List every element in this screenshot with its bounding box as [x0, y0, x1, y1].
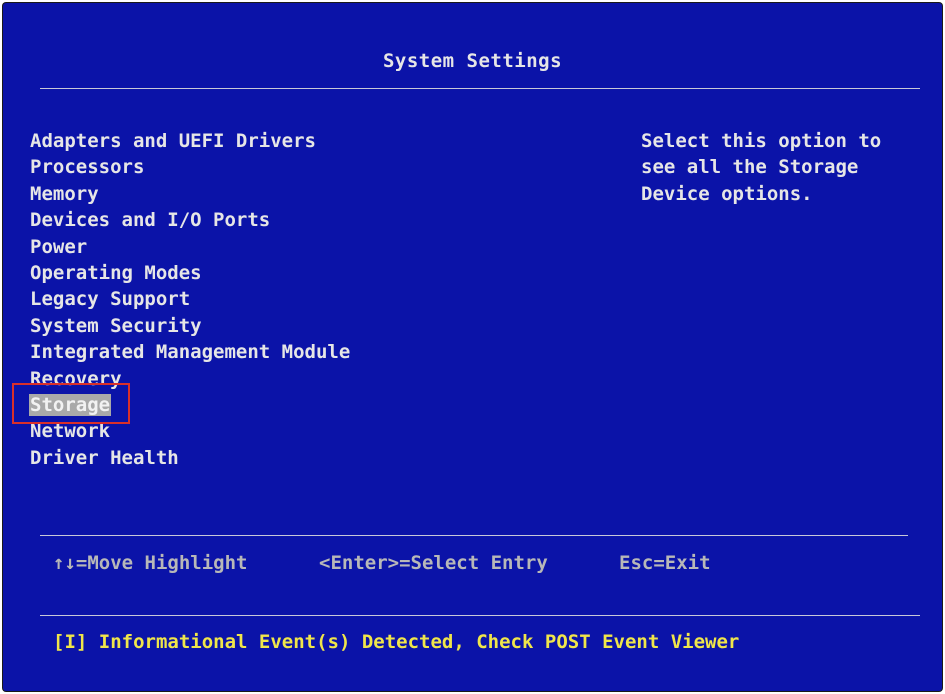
menu-item-legacy-support[interactable]: Legacy Support: [29, 286, 351, 312]
menu-item-label: Recovery: [30, 367, 122, 390]
menu-item-operating-modes[interactable]: Operating Modes: [29, 260, 351, 286]
menu-item-label: Storage: [29, 393, 112, 416]
status-message: [I] Informational Event(s) Detected, Che…: [53, 631, 740, 653]
help-line: Select this option to: [641, 130, 882, 152]
menu-item-system-security[interactable]: System Security: [29, 313, 351, 339]
help-text-panel: Select this option to see all the Storag…: [641, 128, 911, 207]
menu-item-label: Integrated Management Module: [30, 341, 351, 364]
menu-item-label: Memory: [30, 182, 99, 205]
menu-item-label: Processors: [30, 156, 145, 179]
exit-hint: Esc=Exit: [619, 552, 711, 574]
settings-menu: Adapters and UEFI Drivers Processors Mem…: [29, 128, 351, 471]
help-line: Device options.: [641, 182, 813, 205]
menu-item-network[interactable]: Network: [29, 418, 351, 444]
menu-item-label: Network: [30, 420, 111, 443]
menu-item-label: Operating Modes: [30, 261, 202, 284]
page-title: System Settings: [382, 50, 563, 72]
menu-item-power[interactable]: Power: [29, 234, 351, 260]
help-line: see all the Storage: [641, 156, 859, 179]
footer-divider: [40, 535, 908, 536]
menu-item-label: Devices and I/O Ports: [30, 209, 271, 232]
menu-item-label: Adapters and UEFI Drivers: [30, 130, 316, 152]
menu-item-devices-io-ports[interactable]: Devices and I/O Ports: [29, 207, 351, 233]
menu-item-processors[interactable]: Processors: [29, 154, 351, 180]
menu-item-driver-health[interactable]: Driver Health: [29, 445, 351, 471]
menu-item-label: System Security: [30, 314, 202, 337]
menu-item-integrated-management-module[interactable]: Integrated Management Module: [29, 339, 351, 365]
menu-item-label: Power: [30, 235, 88, 258]
menu-item-label: Legacy Support: [30, 288, 191, 311]
menu-item-memory[interactable]: Memory: [29, 181, 351, 207]
move-highlight-hint: ↑↓=Move Highlight: [53, 552, 248, 574]
menu-item-recovery[interactable]: Recovery: [29, 366, 351, 392]
select-entry-hint: <Enter>=Select Entry: [319, 552, 548, 574]
top-divider: [40, 88, 920, 89]
status-divider: [40, 615, 920, 616]
menu-item-storage[interactable]: Storage: [29, 392, 351, 418]
menu-item-adapters-uefi-drivers[interactable]: Adapters and UEFI Drivers: [29, 128, 351, 154]
menu-item-label: Driver Health: [30, 446, 179, 469]
bios-screen: System Settings Adapters and UEFI Driver…: [3, 3, 942, 691]
